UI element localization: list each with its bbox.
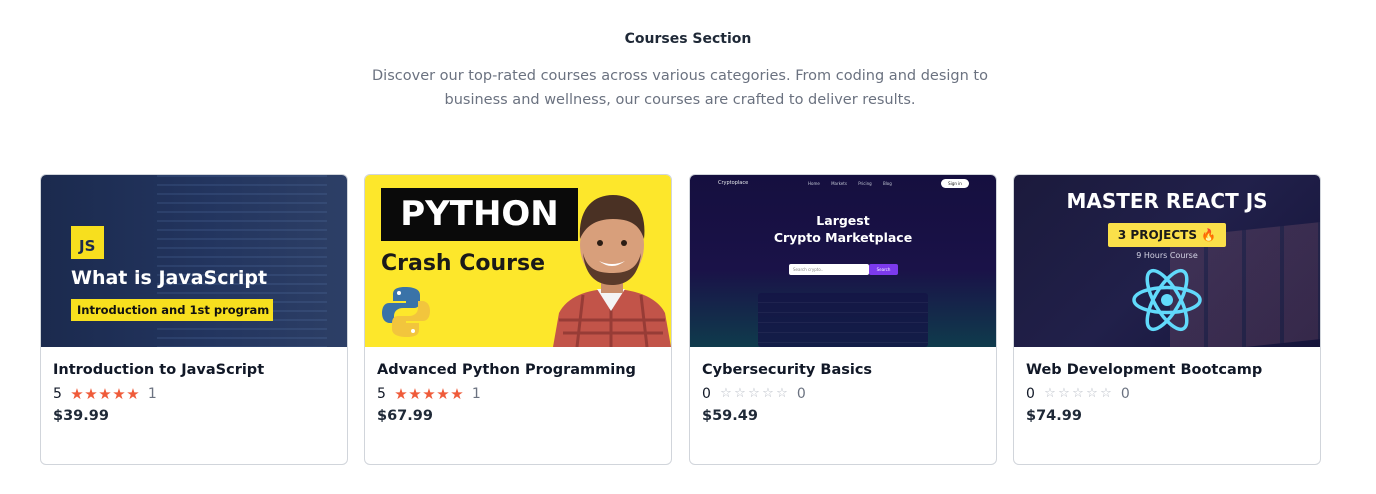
rating-count: 1 [471, 386, 481, 402]
rating-row: 5 ★ ★ ★ ★ ★ 1 [53, 385, 157, 403]
course-thumbnail[interactable]: JS What is JavaScript Introduction and 1… [41, 175, 347, 347]
star-filled-icon: ★ [84, 385, 98, 403]
rating-row: 5 ★ ★ ★ ★ ★ 1 [377, 385, 481, 403]
star-rating: ☆ ☆ ☆ ☆ ☆ [719, 386, 789, 402]
star-empty-icon: ☆ [1044, 386, 1056, 401]
course-title[interactable]: Advanced Python Programming [377, 362, 636, 378]
star-filled-icon: ★ [450, 385, 464, 403]
mock-table-row [758, 293, 928, 303]
mock-table-row [758, 323, 928, 333]
mock-brand: Cryptoplace [718, 180, 749, 186]
course-title[interactable]: Web Development Bootcamp [1026, 362, 1262, 378]
star-filled-icon: ★ [70, 385, 84, 403]
star-filled-icon: ★ [436, 385, 450, 403]
course-price: $74.99 [1026, 408, 1082, 424]
star-empty-icon: ☆ [776, 386, 788, 401]
course-card-python[interactable]: PYTHON Crash Course Advanced Python Prog… [364, 174, 672, 465]
rating-count: 1 [147, 386, 157, 402]
js-badge: JS [71, 226, 104, 259]
star-empty-icon: ☆ [1100, 386, 1112, 401]
rating-value: 0 [1026, 386, 1035, 402]
star-rating: ★ ★ ★ ★ ★ [394, 386, 464, 402]
thumbnail-headline: What is JavaScript [71, 267, 268, 289]
course-price: $67.99 [377, 408, 433, 424]
mock-table-row [758, 313, 928, 323]
react-logo-icon [1132, 268, 1202, 332]
headline-line-1: Largest [816, 213, 870, 228]
course-title[interactable]: Introduction to JavaScript [53, 362, 264, 378]
star-empty-icon: ☆ [748, 386, 760, 401]
thumbnail-headline: Largest Crypto Marketplace [690, 212, 996, 246]
course-card-cybersecurity[interactable]: Cryptoplace Home Markets Pricing Blog Si… [689, 174, 997, 465]
star-empty-icon: ☆ [734, 386, 746, 401]
star-empty-icon: ☆ [720, 386, 732, 401]
star-rating: ☆ ☆ ☆ ☆ ☆ [1043, 386, 1113, 402]
thumbnail-headline: MASTER REACT JS [1066, 189, 1268, 213]
mock-search-input: Search crypto.. [789, 264, 869, 275]
course-card-web-development[interactable]: MASTER REACT JS 3 PROJECTS 🔥 9 Hours Cou… [1013, 174, 1321, 465]
star-rating: ★ ★ ★ ★ ★ [70, 386, 140, 402]
headline-line-2: Crypto Marketplace [773, 230, 913, 245]
star-filled-icon: ★ [112, 385, 126, 403]
course-thumbnail[interactable]: Cryptoplace Home Markets Pricing Blog Si… [690, 175, 996, 347]
python-logo-icon [382, 287, 430, 337]
star-empty-icon: ☆ [1058, 386, 1070, 401]
star-filled-icon: ★ [126, 385, 140, 403]
rating-value: 0 [702, 386, 711, 402]
mock-signin-button: Sign in [941, 179, 969, 188]
mock-navbar: Cryptoplace Home Markets Pricing Blog Si… [690, 175, 996, 193]
section-title: Courses Section [624, 31, 752, 47]
course-price: $39.99 [53, 408, 109, 424]
star-empty-icon: ☆ [1072, 386, 1084, 401]
mock-crypto-table [758, 293, 928, 347]
star-filled-icon: ★ [422, 385, 436, 403]
mock-table-row [758, 333, 928, 343]
rating-row: 0 ☆ ☆ ☆ ☆ ☆ 0 [702, 385, 806, 403]
mock-search-button: Search [869, 264, 898, 275]
star-filled-icon: ★ [408, 385, 422, 403]
thumbnail-subtitle: 9 Hours Course [1136, 251, 1198, 260]
thumbnail-headline: PYTHON [381, 188, 578, 241]
instructor-photo-icon [553, 195, 671, 347]
course-title[interactable]: Cybersecurity Basics [702, 362, 872, 378]
course-price: $59.49 [702, 408, 758, 424]
mock-table-row [758, 303, 928, 313]
code-background [157, 175, 327, 347]
rating-count: 0 [796, 386, 806, 402]
mock-nav-links: Home Markets Pricing Blog [808, 181, 892, 186]
projects-badge: 3 PROJECTS 🔥 [1108, 223, 1226, 247]
thumbnail-subtitle: Introduction and 1st program [71, 299, 273, 321]
star-empty-icon: ☆ [1086, 386, 1098, 401]
star-filled-icon: ★ [394, 385, 408, 403]
rating-row: 0 ☆ ☆ ☆ ☆ ☆ 0 [1026, 385, 1130, 403]
rating-value: 5 [53, 386, 62, 402]
course-thumbnail[interactable]: PYTHON Crash Course [365, 175, 671, 347]
rating-value: 5 [377, 386, 386, 402]
course-thumbnail[interactable]: MASTER REACT JS 3 PROJECTS 🔥 9 Hours Cou… [1014, 175, 1320, 347]
star-empty-icon: ☆ [762, 386, 774, 401]
thumbnail-subtitle: Crash Course [381, 251, 546, 276]
rating-count: 0 [1120, 386, 1130, 402]
star-filled-icon: ★ [98, 385, 112, 403]
course-card-javascript[interactable]: JS What is JavaScript Introduction and 1… [40, 174, 348, 465]
section-description: Discover our top-rated courses across va… [372, 68, 988, 108]
